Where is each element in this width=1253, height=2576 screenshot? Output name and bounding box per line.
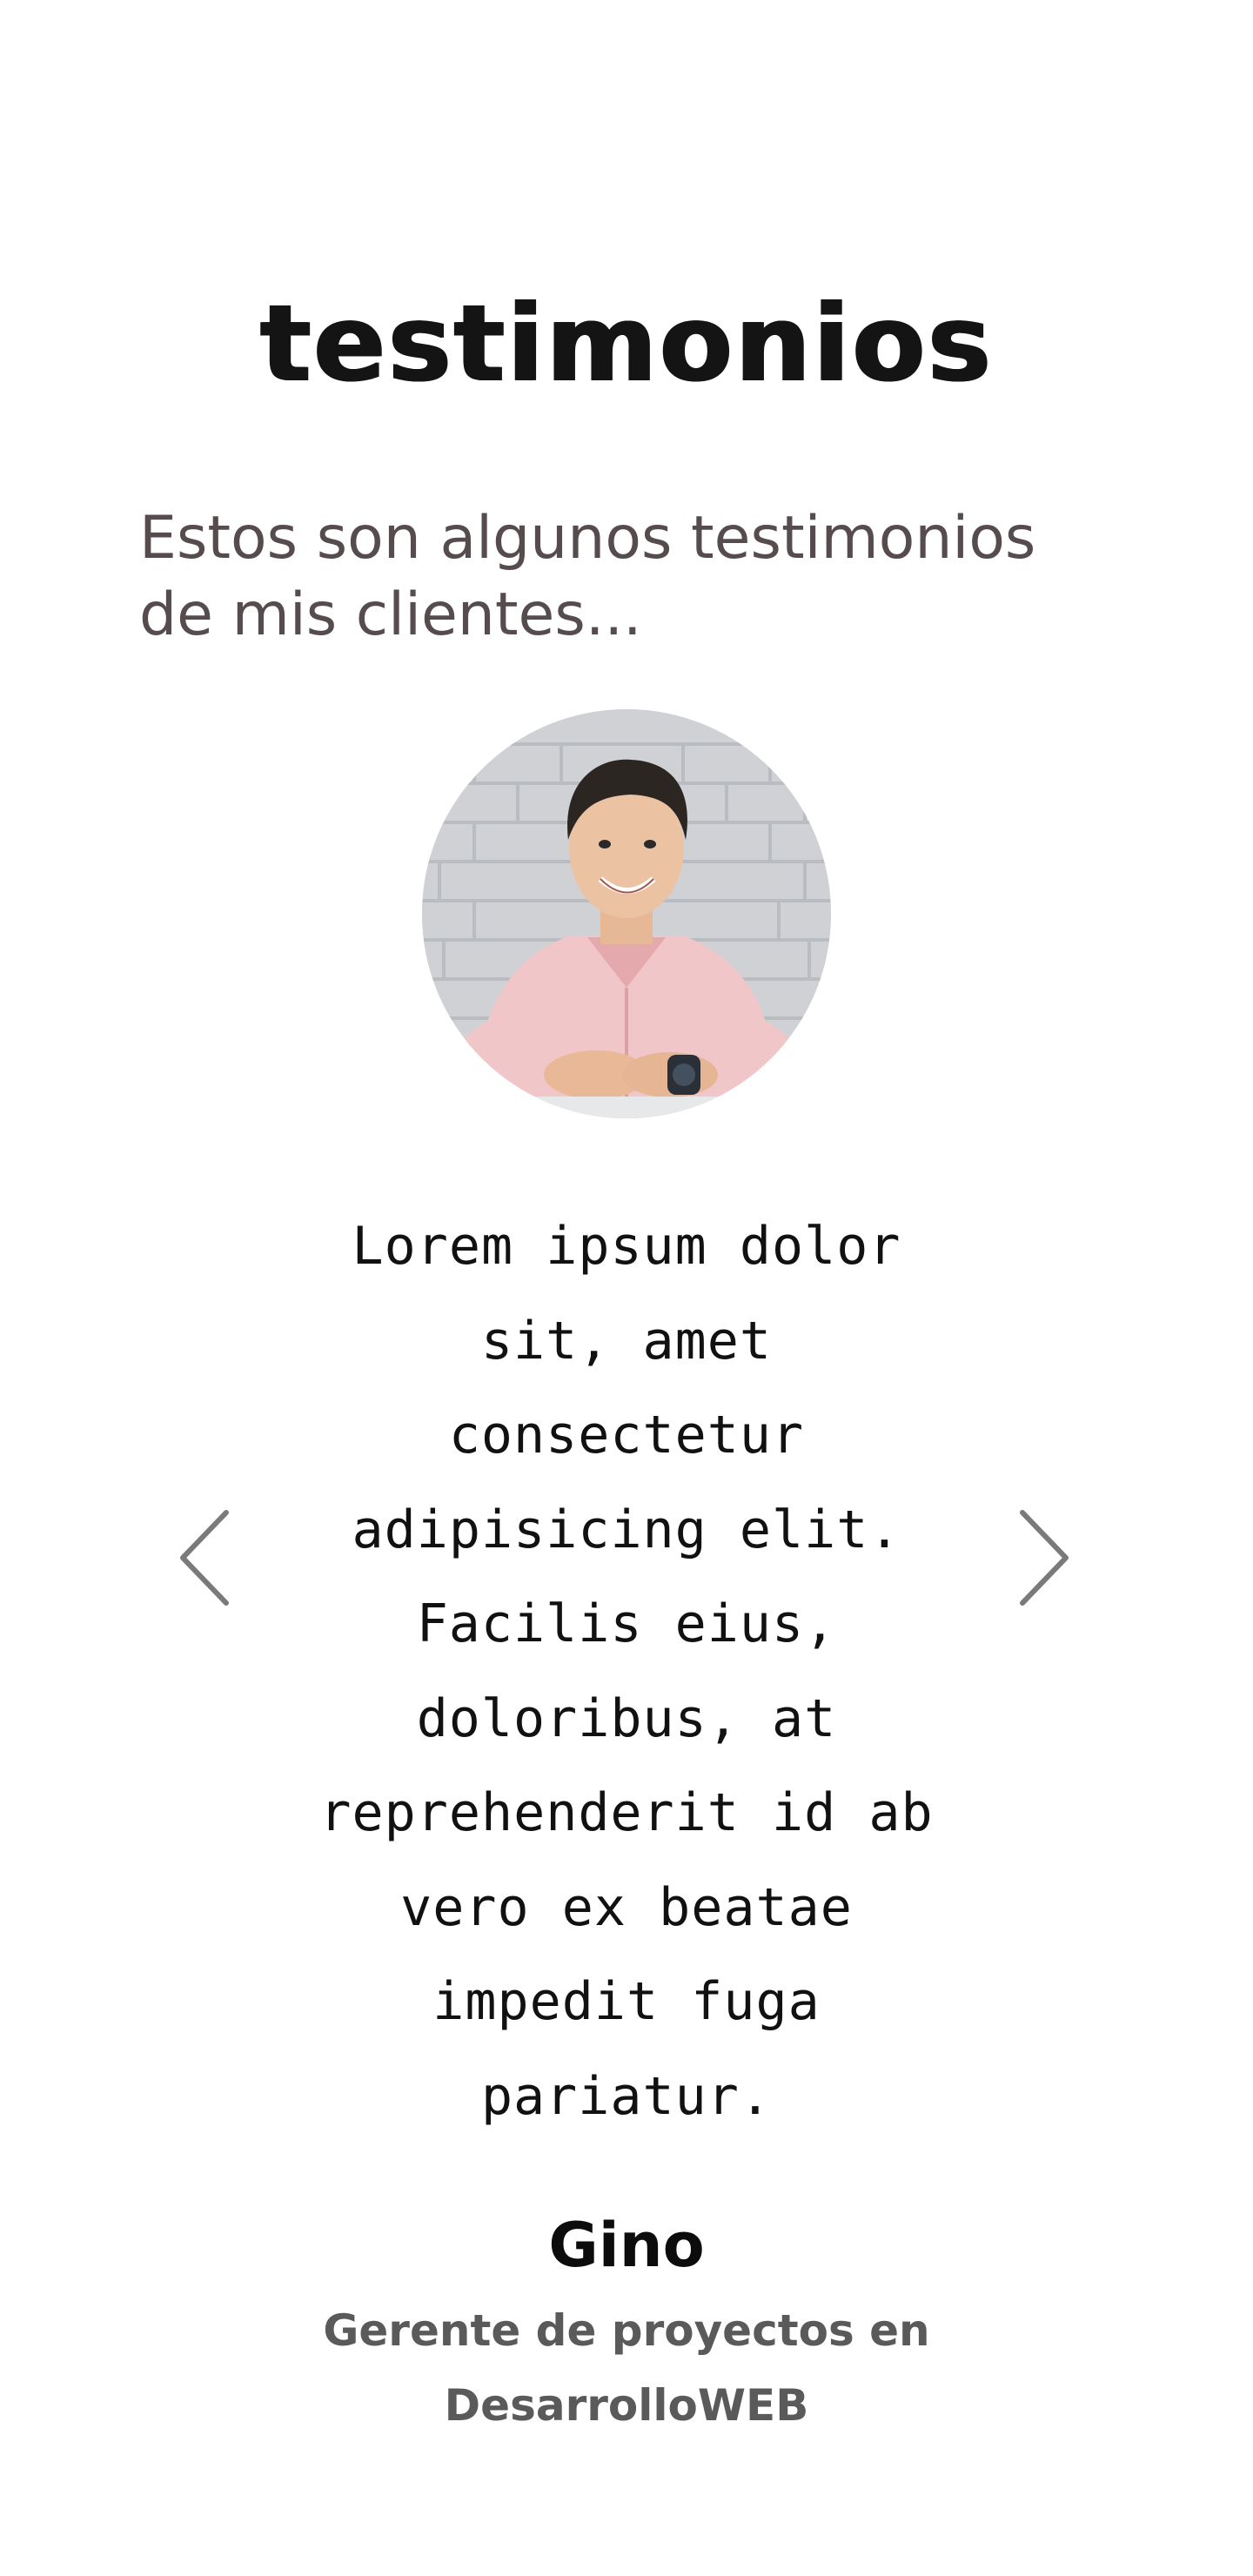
client-photo bbox=[422, 709, 831, 1118]
next-testimonial-button[interactable] bbox=[1005, 1506, 1075, 1610]
testimonial-quote: Lorem ipsum dolor sit, amet consectetur … bbox=[319, 1216, 934, 2127]
testimonial-author-name: Gino bbox=[548, 2210, 705, 2281]
chevron-left-icon bbox=[180, 1510, 229, 1606]
intro-text: Estos son algunos testimonios de mis cli… bbox=[139, 504, 1036, 649]
chevron-right-icon bbox=[1020, 1510, 1069, 1606]
section-title: testimonios bbox=[259, 282, 994, 406]
previous-testimonial-button[interactable] bbox=[174, 1506, 244, 1610]
testimonial-author-role: Gerente de proyectos en DesarrolloWEB bbox=[323, 2305, 930, 2431]
client-avatar bbox=[422, 709, 831, 1118]
